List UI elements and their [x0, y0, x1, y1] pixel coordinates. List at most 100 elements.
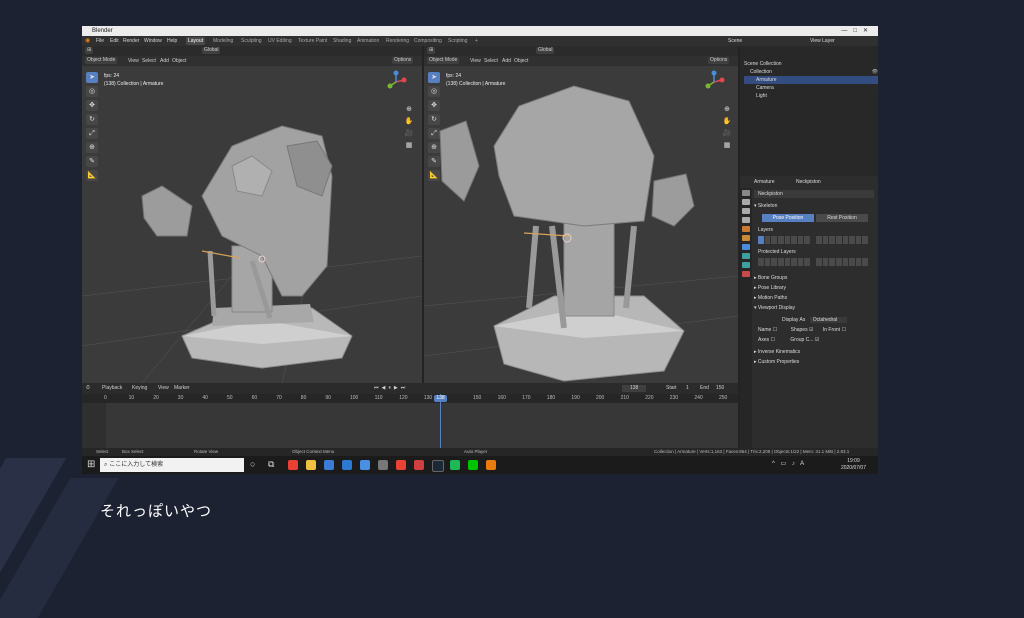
ruler-tick-label: 10: [129, 394, 135, 403]
start-frame-field[interactable]: 1: [686, 383, 689, 394]
chrome-icon[interactable]: [396, 460, 406, 470]
blender-icon[interactable]: [486, 460, 496, 470]
tool-tab-icon[interactable]: [742, 190, 750, 196]
timeline-ruler[interactable]: 0102030405060708090100110120130150160170…: [82, 394, 738, 403]
eye-icon[interactable]: 👁: [872, 68, 878, 76]
menu-render[interactable]: Render: [123, 36, 139, 46]
section-viewport-display[interactable]: ▾ Viewport Display: [754, 304, 874, 312]
viewport-right[interactable]: ⊞ Global Object Mode View Select Add Obj…: [424, 46, 738, 383]
data-name-field[interactable]: Neckpiston: [754, 190, 874, 198]
outliner-row[interactable]: Armature👁: [744, 76, 878, 84]
view-layer-tab-icon[interactable]: [742, 217, 750, 223]
bone-tab[interactable]: Neckpiston: [796, 179, 821, 185]
constraint-tab-icon[interactable]: [742, 244, 750, 250]
app-icon[interactable]: [414, 460, 424, 470]
protected-layers-grid[interactable]: [816, 258, 868, 266]
ruler-tick-label: 240: [694, 394, 702, 403]
tab-rendering[interactable]: Rendering: [384, 37, 411, 45]
timeline-editor[interactable]: ⏱ Playback Keying View Marker ⏮◀⏸▶⏭ 138 …: [82, 383, 738, 448]
rest-position-button[interactable]: Rest Position: [816, 214, 868, 222]
tab-modeling[interactable]: Modeling: [211, 37, 235, 45]
tab-scripting[interactable]: Scripting: [446, 37, 469, 45]
ruler-tick-label: 230: [670, 394, 678, 403]
status-auto-keying: Auto Player: [464, 448, 487, 456]
menu-view[interactable]: View: [158, 383, 169, 394]
pose-position-button[interactable]: Pose Position: [762, 214, 814, 222]
robot-head-model-closeup[interactable]: [424, 46, 738, 383]
end-frame-field[interactable]: 150: [716, 383, 724, 394]
current-frame-field[interactable]: 138: [622, 385, 646, 392]
menu-window[interactable]: Window: [144, 36, 162, 46]
view-layer-selector[interactable]: View Layer: [810, 36, 835, 46]
scene-tab-icon[interactable]: [742, 226, 750, 232]
protected-layers-grid[interactable]: [758, 258, 810, 266]
playback-controls[interactable]: ⏮◀⏸▶⏭: [374, 383, 408, 394]
ruler-tick-label: 150: [473, 394, 481, 403]
cortana-icon[interactable]: ○: [250, 459, 255, 469]
taskbar-clock[interactable]: 19:09 2020/07/07: [841, 458, 866, 472]
windows-start-icon[interactable]: ⊞: [87, 459, 95, 470]
ruler-tick-label: 90: [325, 394, 331, 403]
tab-uv-editing[interactable]: UV Editing: [266, 37, 294, 45]
menu-keying[interactable]: Keying: [132, 383, 147, 394]
add-workspace-button[interactable]: +: [473, 37, 480, 45]
menu-help[interactable]: Help: [167, 36, 177, 46]
section-bone-groups[interactable]: ▸ Bone Groups: [754, 274, 874, 282]
output-tab-icon[interactable]: [742, 208, 750, 214]
section-skeleton[interactable]: ▾ Skeleton: [754, 202, 874, 210]
editor-type-button[interactable]: ⏱: [86, 383, 90, 394]
explorer-icon[interactable]: [306, 460, 316, 470]
tab-animation[interactable]: Animation: [355, 37, 381, 45]
section-pose-library[interactable]: ▸ Pose Library: [754, 284, 874, 292]
scene-selector[interactable]: Scene: [728, 36, 742, 46]
tab-layout[interactable]: Layout: [186, 37, 205, 45]
menu-marker[interactable]: Marker: [174, 383, 190, 394]
mail-icon[interactable]: [342, 460, 352, 470]
spotify-icon[interactable]: [450, 460, 460, 470]
display-as-dropdown[interactable]: Octahedral: [810, 317, 847, 323]
playhead[interactable]: [440, 394, 441, 448]
section-motion-paths[interactable]: ▸ Motion Paths: [754, 294, 874, 302]
section-custom-properties[interactable]: ▸ Custom Properties: [754, 358, 874, 366]
steam-icon[interactable]: [432, 460, 444, 472]
section-inverse-kinematics[interactable]: ▸ Inverse Kinematics: [754, 348, 874, 356]
texture-tab-icon[interactable]: [742, 271, 750, 277]
outliner-row[interactable]: Light👁: [744, 92, 878, 100]
tab-sculpting[interactable]: Sculpting: [239, 37, 264, 45]
object-tab-icon[interactable]: [742, 235, 750, 241]
viewport-left[interactable]: ⊞ Global Object Mode View Select Add Obj…: [82, 46, 422, 383]
app-icon[interactable]: [378, 460, 388, 470]
tab-texture-paint[interactable]: Texture Paint: [296, 37, 329, 45]
app-icon[interactable]: [360, 460, 370, 470]
name-checkbox[interactable]: ☐: [773, 327, 777, 333]
armature-data-tab-icon[interactable]: [742, 253, 750, 259]
line-icon[interactable]: [468, 460, 478, 470]
render-tab-icon[interactable]: [742, 199, 750, 205]
axes-checkbox[interactable]: ☐: [771, 337, 775, 343]
layers-grid[interactable]: [816, 236, 868, 244]
outliner-row[interactable]: Collection👁: [744, 68, 878, 76]
robot-head-model[interactable]: [82, 46, 422, 383]
end-label: End: [700, 383, 709, 394]
tab-compositing[interactable]: Compositing: [412, 37, 444, 45]
menu-file[interactable]: File: [96, 36, 104, 46]
menu-playback[interactable]: Playback: [102, 383, 122, 394]
group-colors-checkbox[interactable]: ☑: [815, 337, 819, 343]
tab-shading[interactable]: Shading: [331, 37, 353, 45]
taskbar-search-input[interactable]: ⌕ ここに入力して検索: [100, 458, 244, 472]
system-tray-icons[interactable]: ^ ▭ ♪ A: [772, 460, 806, 467]
armature-tab[interactable]: Armature: [754, 179, 775, 185]
shapes-checkbox[interactable]: ☑: [809, 327, 813, 333]
blender-logo-icon[interactable]: ◉: [85, 36, 90, 46]
menu-edit[interactable]: Edit: [110, 36, 119, 46]
bone-tab-icon[interactable]: [742, 262, 750, 268]
window-controls[interactable]: —□✕: [841, 26, 874, 36]
chrome-icon[interactable]: [288, 460, 298, 470]
task-view-icon[interactable]: ⧉: [268, 459, 274, 470]
timeline-keyframe-area[interactable]: [106, 403, 738, 448]
layers-grid[interactable]: [758, 236, 810, 244]
outliner-row[interactable]: Camera👁: [744, 84, 878, 92]
store-icon[interactable]: [324, 460, 334, 470]
outliner-row[interactable]: Scene Collection: [744, 60, 874, 68]
in-front-checkbox[interactable]: ☐: [841, 327, 845, 333]
